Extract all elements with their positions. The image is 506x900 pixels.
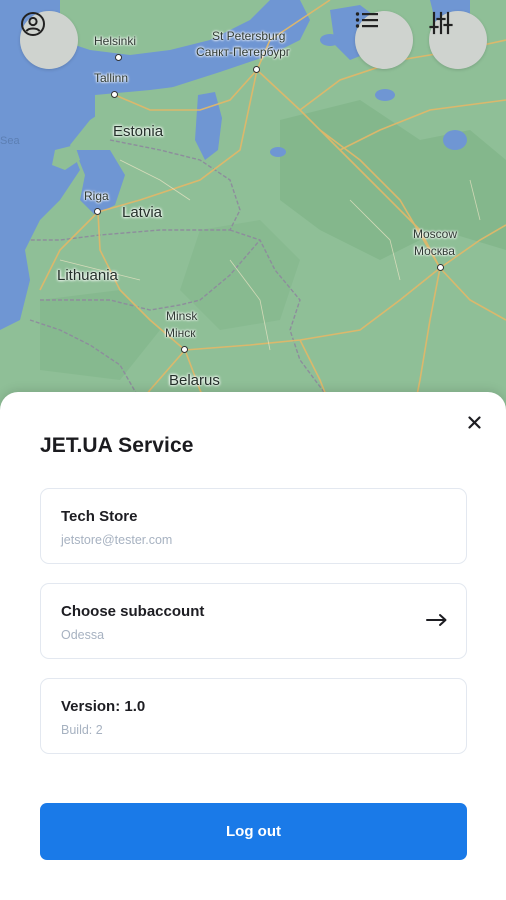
- build-label: Build: 2: [61, 723, 103, 737]
- city-dot-moscow: [437, 264, 444, 271]
- sliders-icon: [429, 11, 453, 35]
- map-canvas: [0, 0, 506, 430]
- filters-button[interactable]: [429, 11, 487, 69]
- version-label: Version: 1.0: [61, 698, 146, 715]
- map-label-lithuania: Lithuania: [57, 267, 118, 284]
- map-label-latvia: Latvia: [122, 204, 163, 221]
- list-view-button[interactable]: [355, 11, 413, 69]
- list-icon: [355, 12, 378, 28]
- sheet-title: JET.UA Service: [40, 434, 194, 457]
- city-dot-st-petersburg: [253, 66, 260, 73]
- map-label-minsk-ru: Мінск: [165, 326, 196, 340]
- close-button[interactable]: [462, 410, 486, 434]
- city-dot-tallinn: [111, 91, 118, 98]
- close-icon: [467, 415, 481, 429]
- account-name: Tech Store: [61, 508, 138, 525]
- city-dot-riga: [94, 208, 101, 215]
- logout-button[interactable]: Log out: [40, 803, 467, 860]
- map-label-st-petersburg-ru: Санкт-Петербург: [196, 45, 291, 59]
- map-label-moscow: Moscow: [413, 227, 458, 241]
- map-view[interactable]: Helsinki St Petersburg Санкт-Петербург T…: [0, 0, 506, 430]
- arrow-right-icon: [426, 614, 447, 626]
- account-card: Tech Store jetstore@tester.com: [40, 488, 467, 564]
- subaccount-label: Choose subaccount: [61, 603, 205, 620]
- map-label-minsk: Minsk: [166, 309, 198, 323]
- map-label-tallinn: Tallinn: [94, 71, 129, 85]
- map-label-estonia: Estonia: [113, 123, 164, 140]
- map-label-moscow-ru: Москва: [414, 244, 455, 258]
- account-sheet: JET.UA Service Tech Store jetstore@teste…: [0, 392, 506, 900]
- subaccount-value: Odessa: [61, 628, 105, 642]
- subaccount-card[interactable]: Choose subaccount Odessa: [40, 583, 467, 659]
- city-dot-minsk: [181, 346, 188, 353]
- map-label-riga: Riga: [84, 189, 109, 203]
- user-circle-icon: [21, 12, 45, 36]
- account-email: jetstore@tester.com: [61, 533, 173, 547]
- map-label-st-petersburg: St Petersburg: [212, 29, 286, 43]
- map-label-belarus: Belarus: [169, 372, 220, 389]
- map-label-sea: Sea: [0, 135, 20, 147]
- map-label-helsinki: Helsinki: [94, 34, 137, 48]
- city-dot-helsinki: [115, 54, 122, 61]
- version-card: Version: 1.0 Build: 2: [40, 678, 467, 754]
- profile-button[interactable]: [20, 11, 78, 69]
